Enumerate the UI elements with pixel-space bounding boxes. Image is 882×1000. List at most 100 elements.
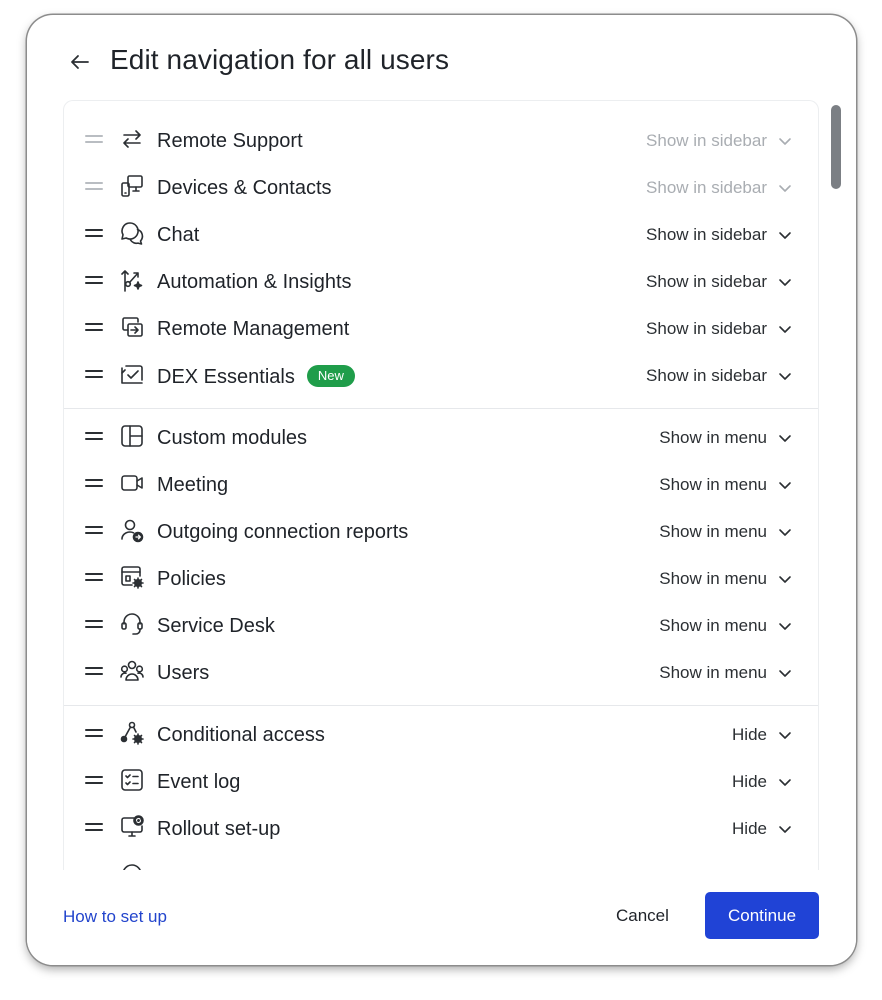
visibility-select[interactable]: Show in sidebar <box>646 317 792 341</box>
visibility-select[interactable]: Show in menu <box>659 661 792 685</box>
remote-management-icon <box>119 314 145 340</box>
monitor-rollout-icon <box>119 814 145 840</box>
branch-gear-icon <box>119 720 145 746</box>
nav-item-label: Chat <box>157 224 200 246</box>
drag-handle-icon[interactable] <box>85 477 103 489</box>
headset-icon <box>119 611 145 637</box>
visibility-select[interactable]: Hide <box>732 770 792 794</box>
chevron-down-icon <box>779 779 791 786</box>
nav-item-chat: Chat Show in sidebar <box>64 211 818 258</box>
nav-item-label: Service Desk <box>157 615 275 637</box>
chevron-down-icon <box>779 326 791 333</box>
navigation-list: Remote Support Show in sidebar Devices &… <box>63 100 819 870</box>
nav-item-custom-modules: Custom modules Show in menu <box>64 414 818 461</box>
chevron-down-icon <box>779 232 791 239</box>
arrows-exchange-icon <box>119 126 145 152</box>
nav-item-label: Remote Support <box>157 130 303 152</box>
chevron-down-icon <box>779 529 791 536</box>
drag-handle-icon[interactable] <box>85 180 103 192</box>
drag-handle-icon[interactable] <box>85 430 103 442</box>
nav-item-label: Event log <box>157 771 241 793</box>
visibility-select[interactable]: Show in menu <box>659 614 792 638</box>
chevron-down-icon <box>779 279 791 286</box>
how-to-set-up-link[interactable]: How to set up <box>63 907 167 927</box>
scrollbar[interactable] <box>829 105 843 865</box>
nav-item-label: Rollout set-up <box>157 818 281 840</box>
visibility-select[interactable]: Show in sidebar <box>646 223 792 247</box>
drag-handle-icon[interactable] <box>85 133 103 145</box>
checklist-icon <box>119 767 145 793</box>
user-arrow-icon <box>119 517 145 543</box>
drag-handle-icon[interactable] <box>85 821 103 833</box>
users-group-icon <box>119 658 145 684</box>
visibility-select[interactable]: Show in sidebar <box>646 364 792 388</box>
nav-item-label: Outgoing connection reports <box>157 521 409 543</box>
arrow-left-icon <box>71 55 89 69</box>
nav-item-label: Automation & Insights <box>157 271 352 293</box>
nav-item-label: DEX Essentials New <box>157 365 355 389</box>
chevron-down-icon <box>779 670 791 677</box>
drag-handle-icon[interactable] <box>85 618 103 630</box>
nav-item-devices-contacts: Devices & Contacts Show in sidebar <box>64 164 818 211</box>
chevron-down-icon <box>779 732 791 739</box>
visibility-select[interactable]: Show in menu <box>659 426 792 450</box>
visibility-select[interactable]: Show in sidebar <box>646 270 792 294</box>
drag-handle-icon[interactable] <box>85 368 103 380</box>
section-divider <box>64 408 818 409</box>
scrollbar-thumb[interactable] <box>831 105 841 189</box>
chat-bubbles-icon <box>119 220 145 246</box>
nav-item-event-log: Event log Hide <box>64 758 818 805</box>
new-badge: New <box>306 365 355 387</box>
partial-icon <box>119 861 145 870</box>
chevron-down-icon <box>779 576 791 583</box>
visibility-select[interactable]: Show in sidebar <box>646 176 792 200</box>
chevron-down-icon <box>779 373 791 380</box>
devices-icon <box>119 173 145 199</box>
cancel-button[interactable]: Cancel <box>616 906 669 926</box>
drag-handle-icon[interactable] <box>85 571 103 583</box>
drag-handle-icon[interactable] <box>85 665 103 677</box>
nav-item-service-desk: Service Desk Show in menu <box>64 602 818 649</box>
nav-item-remote-support: Remote Support Show in sidebar <box>64 117 818 164</box>
nav-item-clipped <box>64 852 818 870</box>
chevron-down-icon <box>779 482 791 489</box>
chevron-down-icon <box>779 138 791 145</box>
nav-item-label: Policies <box>157 568 226 590</box>
automation-sparkle-icon <box>119 267 145 293</box>
nav-item-meeting: Meeting Show in menu <box>64 461 818 508</box>
visibility-select[interactable]: Show in menu <box>659 567 792 591</box>
back-button[interactable] <box>65 47 95 77</box>
nav-item-users: Users Show in menu <box>64 649 818 696</box>
edit-navigation-dialog: Edit navigation for all users Remote Sup… <box>27 15 856 965</box>
drag-handle-icon[interactable] <box>85 524 103 536</box>
drag-handle-icon[interactable] <box>85 274 103 286</box>
visibility-select[interactable]: Show in menu <box>659 473 792 497</box>
nav-item-label: Remote Management <box>157 318 350 340</box>
nav-item-rollout-setup: Rollout set-up Hide <box>64 805 818 852</box>
nav-item-outgoing-connection-reports: Outgoing connection reports Show in menu <box>64 508 818 555</box>
nav-item-automation-insights: Automation & Insights Show in sidebar <box>64 258 818 305</box>
visibility-select[interactable]: Show in sidebar <box>646 129 792 153</box>
dialog-title: Edit navigation for all users <box>110 44 450 75</box>
nav-item-conditional-access: Conditional access Hide <box>64 711 818 758</box>
nav-item-label: Conditional access <box>157 724 325 746</box>
continue-button[interactable]: Continue <box>705 892 819 939</box>
video-camera-icon <box>119 470 145 496</box>
chevron-down-icon <box>779 435 791 442</box>
visibility-select[interactable]: Hide <box>732 723 792 747</box>
visibility-select[interactable]: Show in menu <box>659 520 792 544</box>
section-divider <box>64 705 818 706</box>
chevron-down-icon <box>779 623 791 630</box>
nav-item-label: Custom modules <box>157 427 308 449</box>
drag-handle-icon[interactable] <box>85 321 103 333</box>
chevron-down-icon <box>779 185 791 192</box>
layout-modules-icon <box>119 423 145 449</box>
nav-item-dex-essentials: DEX Essentials New Show in sidebar <box>64 352 818 399</box>
visibility-select[interactable]: Hide <box>732 817 792 841</box>
chart-check-icon <box>119 361 145 387</box>
drag-handle-icon[interactable] <box>85 227 103 239</box>
drag-handle-icon[interactable] <box>85 774 103 786</box>
nav-item-label: Users <box>157 662 210 684</box>
drag-handle-icon[interactable] <box>85 727 103 739</box>
chevron-down-icon <box>779 826 791 833</box>
